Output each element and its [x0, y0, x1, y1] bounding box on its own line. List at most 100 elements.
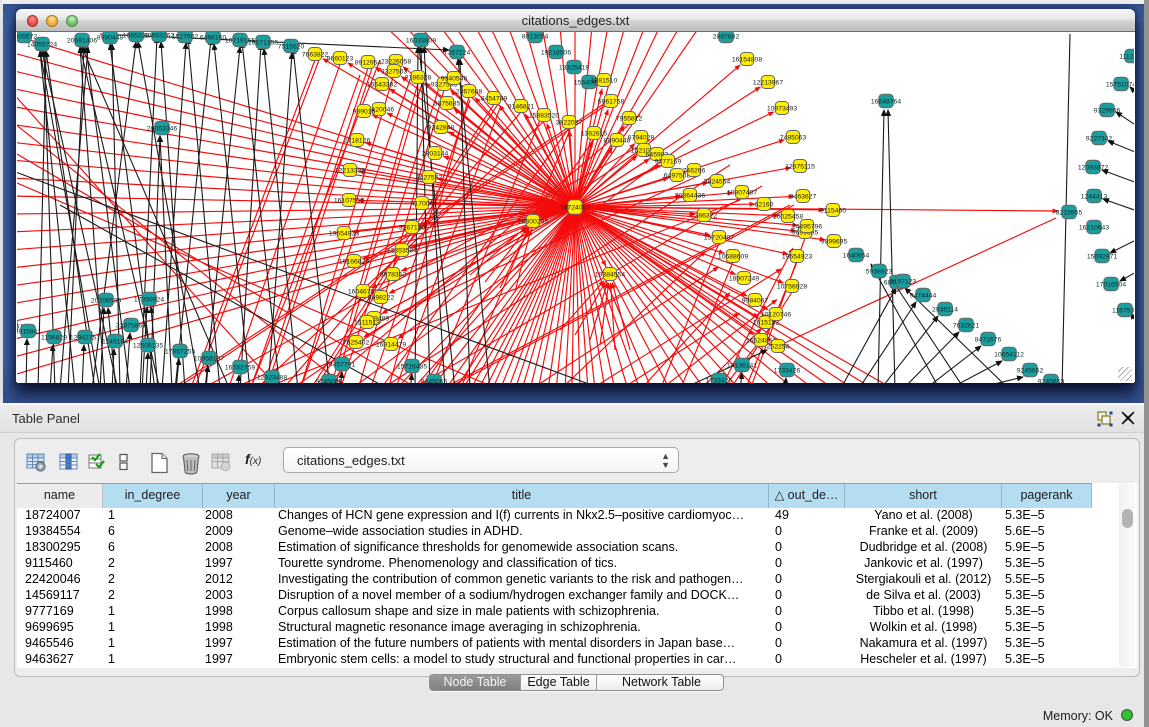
- svg-text:15720407: 15720407: [704, 234, 734, 241]
- svg-text:18907249: 18907249: [729, 275, 759, 282]
- svg-text:746266: 746266: [683, 167, 706, 174]
- svg-text:7386372: 7386372: [691, 212, 718, 219]
- svg-text:1527602: 1527602: [172, 33, 199, 40]
- svg-text:3267130: 3267130: [399, 224, 426, 231]
- svg-text:9227342: 9227342: [1086, 135, 1113, 142]
- svg-text:9660123: 9660123: [327, 55, 354, 62]
- svg-text:7663822: 7663822: [302, 51, 329, 58]
- svg-text:9245652: 9245652: [1017, 367, 1044, 374]
- svg-text:12213389: 12213389: [335, 167, 365, 174]
- svg-text:8990448: 8990448: [604, 137, 631, 144]
- svg-text:1511513: 1511513: [354, 319, 380, 326]
- svg-text:252254: 252254: [767, 343, 790, 350]
- svg-text:12505135: 12505135: [133, 342, 163, 349]
- svg-text:17359924: 17359924: [134, 296, 164, 303]
- svg-text:417004: 417004: [411, 200, 434, 207]
- svg-text:16782759: 16782759: [225, 364, 255, 371]
- svg-text:7625402: 7625402: [343, 339, 370, 346]
- svg-text:1881510: 1881510: [591, 77, 618, 84]
- svg-text:6466160: 6466160: [200, 34, 227, 41]
- svg-text:9245653: 9245653: [1038, 378, 1065, 383]
- svg-text:8698222: 8698222: [368, 294, 395, 301]
- svg-text:7485063: 7485063: [780, 134, 807, 141]
- svg-text:1733425: 1733425: [706, 377, 733, 383]
- svg-text:8878352: 8878352: [380, 271, 407, 278]
- svg-text:8454749: 8454749: [481, 95, 508, 102]
- svg-text:10120746: 10120746: [761, 311, 791, 318]
- svg-text:1112453: 1112453: [1119, 53, 1134, 60]
- svg-text:12093872: 12093872: [1078, 164, 1108, 171]
- svg-text:9463627: 9463627: [790, 193, 817, 200]
- svg-text:7632621: 7632621: [953, 322, 980, 329]
- svg-text:8471676: 8471676: [975, 336, 1002, 343]
- svg-text:16671355: 16671355: [248, 39, 278, 46]
- svg-text:16107553: 16107553: [334, 197, 364, 204]
- svg-text:14055724: 14055724: [27, 41, 57, 48]
- svg-text:16033809: 16033809: [406, 37, 436, 44]
- svg-text:10688609: 10688609: [718, 253, 748, 260]
- svg-text:10807487: 10807487: [727, 189, 757, 196]
- svg-text:8912954: 8912954: [355, 59, 382, 66]
- svg-text:12213967: 12213967: [753, 79, 783, 86]
- svg-text:9777169: 9777169: [655, 158, 682, 165]
- svg-text:10025458: 10025458: [773, 213, 803, 220]
- svg-text:9474444: 9474444: [910, 292, 937, 299]
- svg-text:19166829: 19166829: [339, 258, 369, 265]
- svg-text:1362615: 1362615: [581, 130, 608, 137]
- svg-text:2935114: 2935114: [932, 306, 958, 313]
- svg-text:9242848: 9242848: [428, 124, 455, 131]
- svg-text:13325419: 13325419: [559, 64, 589, 71]
- svg-text:8215955: 8215955: [1056, 209, 1083, 216]
- svg-text:9084067: 9084067: [742, 297, 769, 304]
- svg-text:9327503: 9327503: [381, 68, 408, 75]
- svg-text:9146821: 9146821: [508, 103, 535, 110]
- svg-text:1733426: 1733426: [774, 367, 801, 374]
- svg-text:7955812: 7955812: [616, 115, 643, 122]
- svg-text:62160: 62160: [755, 201, 774, 208]
- svg-text:20364436: 20364436: [675, 192, 705, 199]
- svg-text:3915941: 3915941: [17, 328, 41, 335]
- svg-text:1145194: 1145194: [102, 338, 128, 345]
- svg-text:10973493: 10973493: [767, 105, 797, 112]
- svg-text:15751074: 15751074: [1106, 81, 1134, 88]
- svg-text:2803144: 2803144: [422, 150, 449, 157]
- svg-text:989016: 989016: [353, 108, 376, 115]
- svg-text:1156829: 1156829: [41, 334, 67, 341]
- svg-text:16543382: 16543382: [367, 81, 397, 88]
- svg-text:8990448: 8990448: [97, 34, 124, 41]
- svg-text:9115460: 9115460: [820, 207, 846, 214]
- svg-text:9457791: 9457791: [329, 361, 356, 368]
- svg-text:15716485: 15716485: [397, 363, 427, 370]
- svg-text:12923488: 12923488: [257, 374, 287, 381]
- svg-text:24495796: 24495796: [792, 223, 822, 230]
- svg-text:16914479: 16914479: [376, 341, 406, 348]
- svg-text:8245065: 8245065: [421, 378, 448, 383]
- svg-text:16648764: 16648764: [871, 98, 901, 105]
- svg-text:15883520: 15883520: [529, 112, 559, 119]
- svg-text:8427552: 8427552: [416, 174, 443, 181]
- svg-text:20691406: 20691406: [67, 37, 97, 44]
- svg-text:18300295: 18300295: [518, 218, 548, 225]
- svg-text:3875685: 3875685: [434, 100, 461, 107]
- svg-text:9329906: 9329906: [1094, 107, 1121, 114]
- svg-text:8813054: 8813054: [522, 33, 549, 40]
- svg-text:6961758: 6961758: [598, 98, 625, 105]
- svg-text:19654933: 19654933: [329, 230, 359, 237]
- svg-text:16210643: 16210643: [1079, 224, 1109, 231]
- svg-text:9245065: 9245065: [316, 378, 343, 383]
- svg-text:12975115: 12975115: [785, 163, 815, 170]
- svg-text:10756928: 10756928: [777, 283, 807, 290]
- svg-text:3822037: 3822037: [556, 119, 583, 126]
- svg-text:2887682: 2887682: [713, 33, 740, 40]
- svg-text:33975867: 33975867: [116, 322, 146, 329]
- svg-text:9197123: 9197123: [890, 278, 917, 285]
- svg-text:17016504: 17016504: [1096, 281, 1126, 288]
- svg-text:3824554: 3824554: [704, 178, 731, 185]
- svg-text:12353594: 12353594: [387, 247, 417, 254]
- svg-text:17957255: 17957255: [165, 348, 195, 355]
- svg-text:6794028: 6794028: [628, 134, 655, 141]
- svg-text:1244413: 1244413: [1081, 193, 1108, 200]
- svg-text:9899695: 9899695: [821, 238, 848, 245]
- svg-text:7357224: 7357224: [444, 49, 471, 56]
- svg-text:10653267: 10653267: [144, 32, 174, 39]
